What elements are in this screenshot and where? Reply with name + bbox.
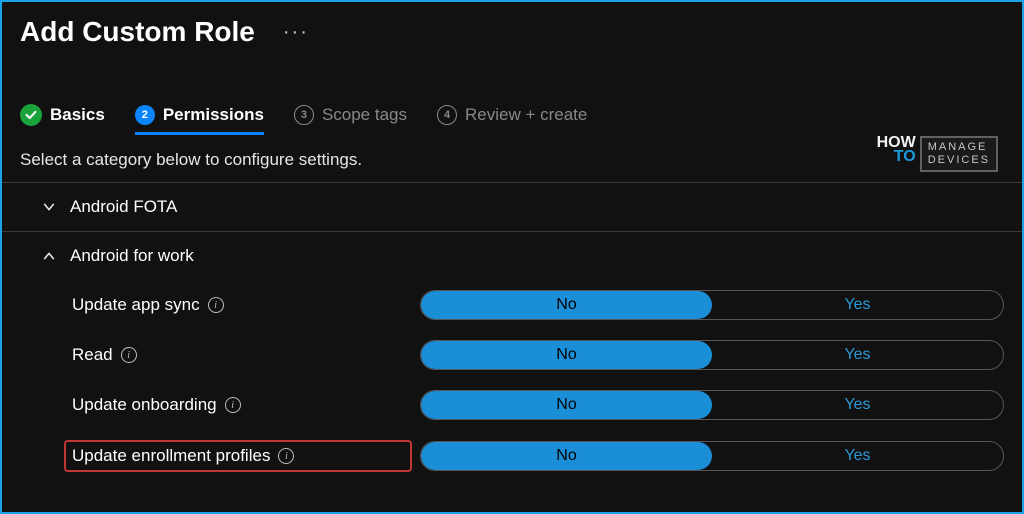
tab-label: Scope tags (322, 105, 407, 125)
permission-toggle[interactable]: No Yes (420, 340, 1004, 370)
permission-label: Read (72, 345, 113, 365)
tab-review-create[interactable]: 4 Review + create (437, 105, 587, 135)
permission-row-read: Read i No Yes (2, 330, 1022, 380)
permission-label: Update app sync (72, 295, 200, 315)
permission-toggle[interactable]: No Yes (420, 290, 1004, 320)
tab-label: Permissions (163, 105, 264, 125)
category-android-fota[interactable]: Android FOTA (2, 183, 1022, 231)
permission-row-update-onboarding: Update onboarding i No Yes (2, 380, 1022, 430)
permission-label-wrap: Update onboarding i (72, 395, 420, 415)
watermark-to: TO (877, 150, 916, 164)
chevron-up-icon (42, 249, 56, 263)
toggle-option-no[interactable]: No (421, 341, 712, 369)
step-number-icon: 2 (135, 105, 155, 125)
watermark: HOW TO MANAGE DEVICES (877, 136, 998, 172)
watermark-right: MANAGE DEVICES (920, 136, 998, 172)
permission-label-wrap: Update app sync i (72, 295, 420, 315)
toggle-option-yes[interactable]: Yes (712, 291, 1003, 319)
toggle-option-no[interactable]: No (421, 291, 712, 319)
category-label: Android for work (70, 246, 194, 266)
tab-label: Review + create (465, 105, 587, 125)
info-icon[interactable]: i (278, 448, 294, 464)
permission-label-wrap: Update enrollment profiles i (64, 440, 412, 472)
check-icon (20, 104, 42, 126)
watermark-devices: DEVICES (928, 154, 990, 167)
tab-permissions[interactable]: 2 Permissions (135, 105, 264, 135)
tab-label: Basics (50, 105, 105, 125)
step-number-icon: 4 (437, 105, 457, 125)
page-header: Add Custom Role ··· (2, 2, 1022, 48)
chevron-down-icon (42, 200, 56, 214)
wizard-tabs: Basics 2 Permissions 3 Scope tags 4 Revi… (2, 48, 1022, 136)
permission-row-update-app-sync: Update app sync i No Yes (2, 280, 1022, 330)
permission-label-wrap: Read i (72, 345, 420, 365)
permission-toggle[interactable]: No Yes (420, 390, 1004, 420)
toggle-option-yes[interactable]: Yes (712, 391, 1003, 419)
step-number-icon: 3 (294, 105, 314, 125)
more-icon[interactable]: ··· (283, 21, 309, 44)
permission-toggle[interactable]: No Yes (420, 441, 1004, 471)
permission-row-update-enrollment-profiles: Update enrollment profiles i No Yes (2, 430, 1022, 482)
info-icon[interactable]: i (208, 297, 224, 313)
instruction-text: Select a category below to configure set… (2, 136, 1022, 182)
permission-label: Update enrollment profiles (72, 446, 270, 466)
info-icon[interactable]: i (121, 347, 137, 363)
permission-label: Update onboarding (72, 395, 217, 415)
category-label: Android FOTA (70, 197, 177, 217)
info-icon[interactable]: i (225, 397, 241, 413)
watermark-left: HOW TO (877, 136, 916, 172)
tab-basics[interactable]: Basics (20, 104, 105, 136)
tab-scope-tags[interactable]: 3 Scope tags (294, 105, 407, 135)
page-title: Add Custom Role (20, 16, 255, 48)
toggle-option-yes[interactable]: Yes (712, 442, 1003, 470)
toggle-option-yes[interactable]: Yes (712, 341, 1003, 369)
watermark-manage: MANAGE (928, 141, 990, 154)
toggle-option-no[interactable]: No (421, 391, 712, 419)
category-android-for-work[interactable]: Android for work (2, 232, 1022, 280)
toggle-option-no[interactable]: No (421, 442, 712, 470)
